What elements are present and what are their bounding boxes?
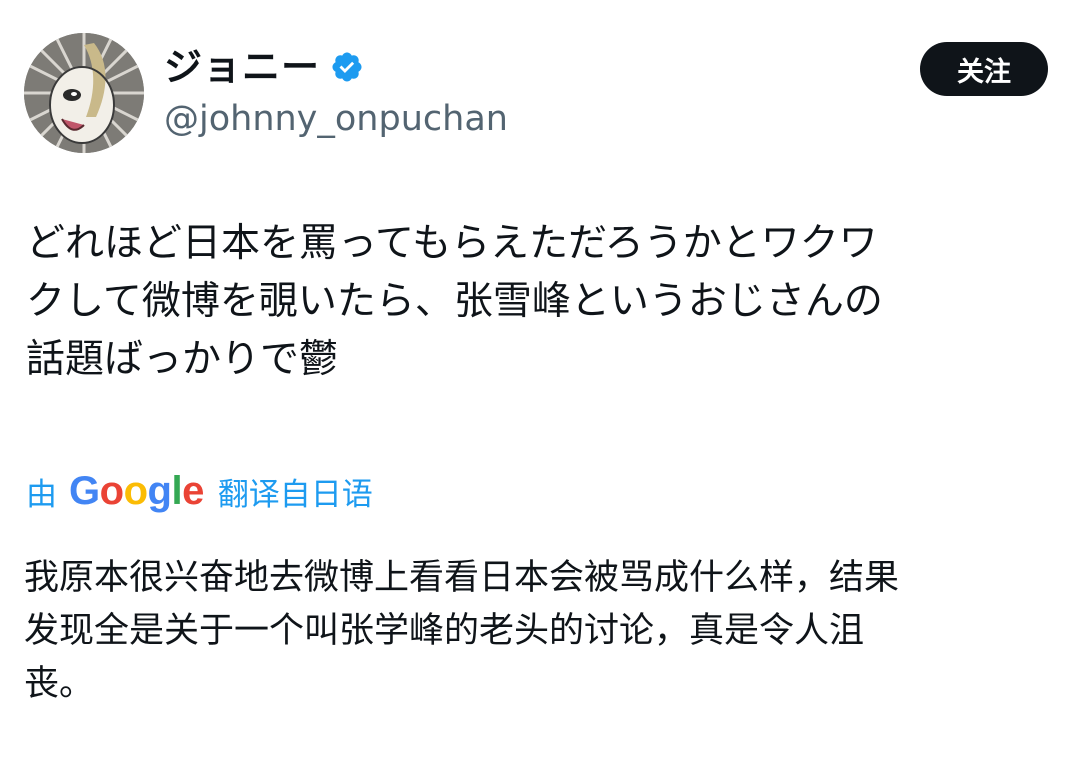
translation-by-label: 由 bbox=[26, 476, 57, 513]
user-handle[interactable]: @johnny_onpuchan bbox=[164, 96, 508, 142]
translation-suffix-label: 翻译自日语 bbox=[217, 476, 373, 513]
translated-text: 我原本很兴奋地去微博上看看日本会被骂成什么样，结果 发现全是关于一个叫张学峰的老… bbox=[24, 558, 900, 704]
translation-attribution[interactable]: 由 Google 翻译自日语 bbox=[26, 464, 373, 518]
user-name-row: ジョニー bbox=[164, 42, 364, 92]
follow-button[interactable]: 关注 bbox=[920, 42, 1048, 96]
display-name[interactable]: ジョニー bbox=[164, 42, 320, 92]
google-logo: Google bbox=[69, 469, 204, 513]
avatar[interactable] bbox=[24, 33, 144, 153]
verified-badge-icon bbox=[332, 52, 362, 82]
avatar-image bbox=[24, 33, 144, 153]
tweet-text: どれほど日本を罵ってもらえただろうかとワクワ クして微博を覗いたら、张雪峰という… bbox=[26, 221, 883, 382]
